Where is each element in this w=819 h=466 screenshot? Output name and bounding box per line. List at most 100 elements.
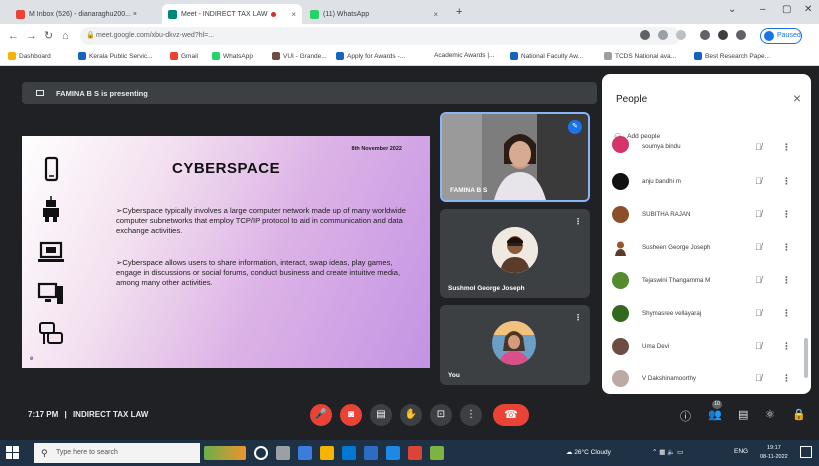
app-icon[interactable] [430,446,444,460]
bookmark-item[interactable]: National Faculty Aw... [510,52,583,60]
notifications-icon[interactable] [800,446,812,458]
bookmark-item[interactable]: Kerala Public Servic... [78,52,153,60]
tab-search-icon[interactable]: ⌄ [728,4,736,15]
mail-icon[interactable] [364,446,378,460]
star-icon[interactable] [676,30,686,40]
chat-button[interactable]: ▤ [738,408,748,421]
network-icon: ▦ [659,449,666,456]
avatar [612,136,629,153]
new-tab-button[interactable]: + [456,6,462,18]
host-controls-button[interactable]: 🔒 [792,408,806,421]
activities-button[interactable]: ⚛ [765,408,775,421]
camera-indicator-icon[interactable] [640,30,650,40]
system-tray-icons[interactable]: ⌃ ▦ 🔈 ▭ [652,448,683,456]
meet-stage: FAMINA B S is presenting 8th November 20… [0,66,819,440]
sidepanel-icon[interactable] [736,30,746,40]
more-options-button[interactable]: ⋮ [460,404,482,426]
extensions-puzzle-icon[interactable] [718,30,728,40]
extension-icon[interactable] [700,30,710,40]
weather-text: 26°C Cloudy [574,449,611,456]
profile-paused-button[interactable]: Paused [760,28,802,44]
bookmark-favicon-icon [78,52,86,60]
forward-icon[interactable]: → [26,29,37,43]
bookmark-item[interactable]: VUI - Grande... [272,52,327,60]
people-scrollbar[interactable] [804,338,808,378]
camera-toggle-button[interactable]: ◙ [340,404,362,426]
close-tab-icon[interactable]: × [287,10,296,19]
participant-row[interactable]: Uma Devi 🎙̸ ⋮ [612,337,802,357]
file-explorer-icon[interactable] [320,446,334,460]
more-options-icon[interactable]: ⋮ [782,275,791,286]
address-bar[interactable]: 🔒 meet.google.com/xbu-dkvz-wed?hl=... [80,27,680,45]
tab-meet[interactable]: Meet - INDIRECT TAX LAW × [162,4,302,24]
meeting-info-button[interactable]: ⓘ [680,408,691,424]
participant-tile[interactable]: ⋮ Sushmol George Joseph [440,209,590,298]
weather-widget-icon[interactable] [204,446,246,460]
bookmark-item[interactable]: WhatsApp [212,52,253,60]
windows-start-icon[interactable] [6,446,20,460]
bookmark-item[interactable]: Apply for Awards -... [336,52,405,60]
share-icon[interactable] [658,30,668,40]
participant-row[interactable]: SUBITHA RAJAN 🎙̸ ⋮ [612,205,802,225]
close-tab-icon[interactable]: × [429,10,438,19]
participant-name: Sushmol George Joseph [448,285,525,292]
back-icon[interactable]: ← [8,29,19,43]
present-button[interactable]: ⊡ [430,404,452,426]
participant-row[interactable]: Shymasree vellayaraj 🎙̸ ⋮ [612,304,802,324]
clock-time: 19:17 [766,445,781,451]
participant-tile-self[interactable]: ⋮ You [440,305,590,385]
captions-button[interactable]: ▤ [370,404,392,426]
close-icon[interactable]: × [793,90,801,106]
more-options-icon[interactable]: ⋮ [782,373,791,384]
participant-name: Shymasree vellayaraj [642,310,702,317]
tab-whatsapp[interactable]: (11) WhatsApp × [304,4,444,24]
mic-toggle-button[interactable]: 🎤 [310,404,332,426]
mic-off-icon: 🎙̸ [755,176,762,186]
people-panel-title: People [616,94,648,105]
more-options-icon[interactable]: ⋮ [782,341,791,352]
more-options-icon[interactable]: ⋮ [782,242,791,253]
mic-off-icon: 🎤 [314,409,328,420]
raise-hand-icon: ✋ [404,409,418,420]
word-icon[interactable] [386,446,400,460]
bookmark-item[interactable]: Gmail [170,52,198,60]
end-call-button[interactable]: ☎ [493,404,529,426]
bookmark-item[interactable]: TCDS National ava... [604,52,676,60]
recording-dot-icon [271,11,277,17]
edge-icon[interactable] [298,446,312,460]
participant-row[interactable]: anju bandhi m 🎙̸ ⋮ [612,172,802,192]
cortana-icon[interactable] [254,446,268,460]
reload-icon[interactable]: ↻ [44,29,53,43]
bookmark-label: TCDS National ava... [615,52,677,60]
home-icon[interactable]: ⌂ [62,29,69,43]
close-window-icon[interactable]: ✕ [804,4,812,15]
bookmark-item[interactable]: Dashboard [8,52,51,60]
participant-row[interactable]: Susheen George Joseph 🎙̸ ⋮ [612,238,802,258]
more-options-icon[interactable]: ⋮ [782,308,791,319]
more-options-icon[interactable]: ⋮ [782,176,791,187]
raise-hand-button[interactable]: ✋ [400,404,422,426]
more-options-icon[interactable]: ⋮ [782,142,791,153]
more-options-icon[interactable]: ⋮ [574,313,582,322]
bookmark-item[interactable]: Best Research Pape... [694,52,770,60]
participant-row[interactable]: V Dakshinamoorthy 🎙̸ ⋮ [612,369,802,389]
taskbar-clock[interactable]: 19:17 08-11-2022 [760,444,788,462]
minimize-icon[interactable]: – [760,4,766,15]
task-view-icon[interactable] [276,446,290,460]
bookmark-favicon-icon [604,52,612,60]
more-options-icon[interactable]: ⋮ [782,209,791,220]
participant-row[interactable]: Tejaswini Thangamma M 🎙̸ ⋮ [612,271,802,291]
chrome-icon[interactable] [408,446,422,460]
more-options-icon[interactable]: ⋮ [574,217,582,226]
store-icon[interactable] [342,446,356,460]
maximize-icon[interactable]: ▢ [782,4,791,15]
people-button[interactable]: 👥 10 [708,400,722,421]
bookmark-favicon-icon [170,52,178,60]
bookmark-item[interactable]: Academic Awards |... [434,52,494,59]
participant-row[interactable]: soumya bindu 🎙̸ ⋮ [612,136,802,160]
tab-inbox[interactable]: M Inbox (526) - dianaraghu200... × [10,4,160,24]
weather-status[interactable]: ☁ 26°C Cloudy [566,448,611,456]
language-indicator[interactable]: ENG [734,448,748,455]
taskbar-search-box[interactable]: ⚲ Type here to search [34,443,200,463]
participant-tile-presenter[interactable]: ✎ FAMINA B S [440,112,590,202]
